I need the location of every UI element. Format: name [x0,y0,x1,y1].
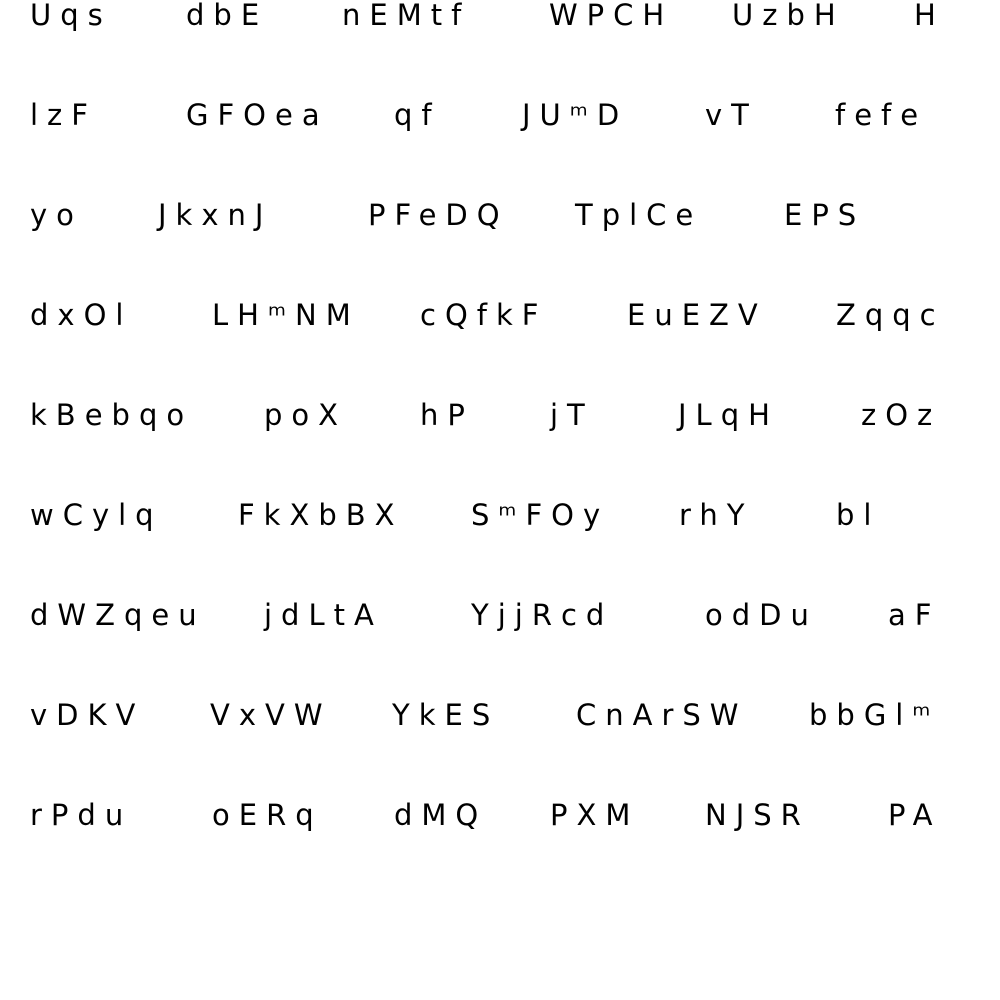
grid-word: rPdu [30,798,133,832]
text-grid: Uqs dbE nEMtf WPCH UzbH H lzF GFOea qf J… [0,0,1000,1000]
grid-word: YjjRcd [471,598,614,632]
grid-word: vT [705,98,758,132]
grid-word: rhY [679,498,754,532]
grid-word: odDu [705,598,818,632]
grid-word: NJSR [705,798,810,832]
grid-word: JUᵐD [522,98,629,132]
grid-word: SᵐFOy [471,498,610,532]
grid-word: dMQ [394,798,488,832]
grid-word: JLqH [678,398,779,432]
grid-word: dWZqeu [30,598,206,632]
grid-word: oERq [212,798,323,832]
grid-word: LHᵐNM [212,298,360,332]
grid-word: wCylq [30,498,163,532]
grid-word: Uqs [30,0,112,32]
grid-word: JkxnJ [158,198,273,232]
grid-word: poX [264,398,348,432]
grid-word: fefe [835,98,928,132]
grid-word: yo [30,198,83,232]
grid-word: WPCH [549,0,674,32]
grid-word: EPS [784,198,866,232]
grid-word: bbGlᵐ [809,698,940,732]
grid-word: EuEZV [627,298,767,332]
grid-word: FkXbBX [238,498,404,532]
grid-word: bl [836,498,881,532]
grid-word: jdLtA [264,598,383,632]
grid-word: lzF [30,98,97,132]
grid-word: dbE [186,0,269,32]
grid-word: jT [550,398,594,432]
grid-word: TplCe [575,198,703,232]
grid-word: dxOl [30,298,133,332]
grid-word: CnArSW [576,698,748,732]
grid-word: PFeDQ [368,198,509,232]
grid-word: PXM [550,798,640,832]
grid-word: YkES [392,698,500,732]
grid-word: cQfkF [420,298,548,332]
grid-word: nEMtf [342,0,471,32]
grid-word: VxVW [210,698,332,732]
grid-word: zOz [861,398,942,432]
grid-word: aF [888,598,941,632]
grid-word: H [914,0,945,32]
grid-word: UzbH [732,0,845,32]
grid-word: kBebqo [30,398,194,432]
grid-word: GFOea [186,98,329,132]
grid-word: Zqqc [836,298,945,332]
grid-word: qf [394,98,441,132]
grid-word: PA [888,798,942,832]
grid-word: hP [420,398,474,432]
grid-word: vDKV [30,698,145,732]
